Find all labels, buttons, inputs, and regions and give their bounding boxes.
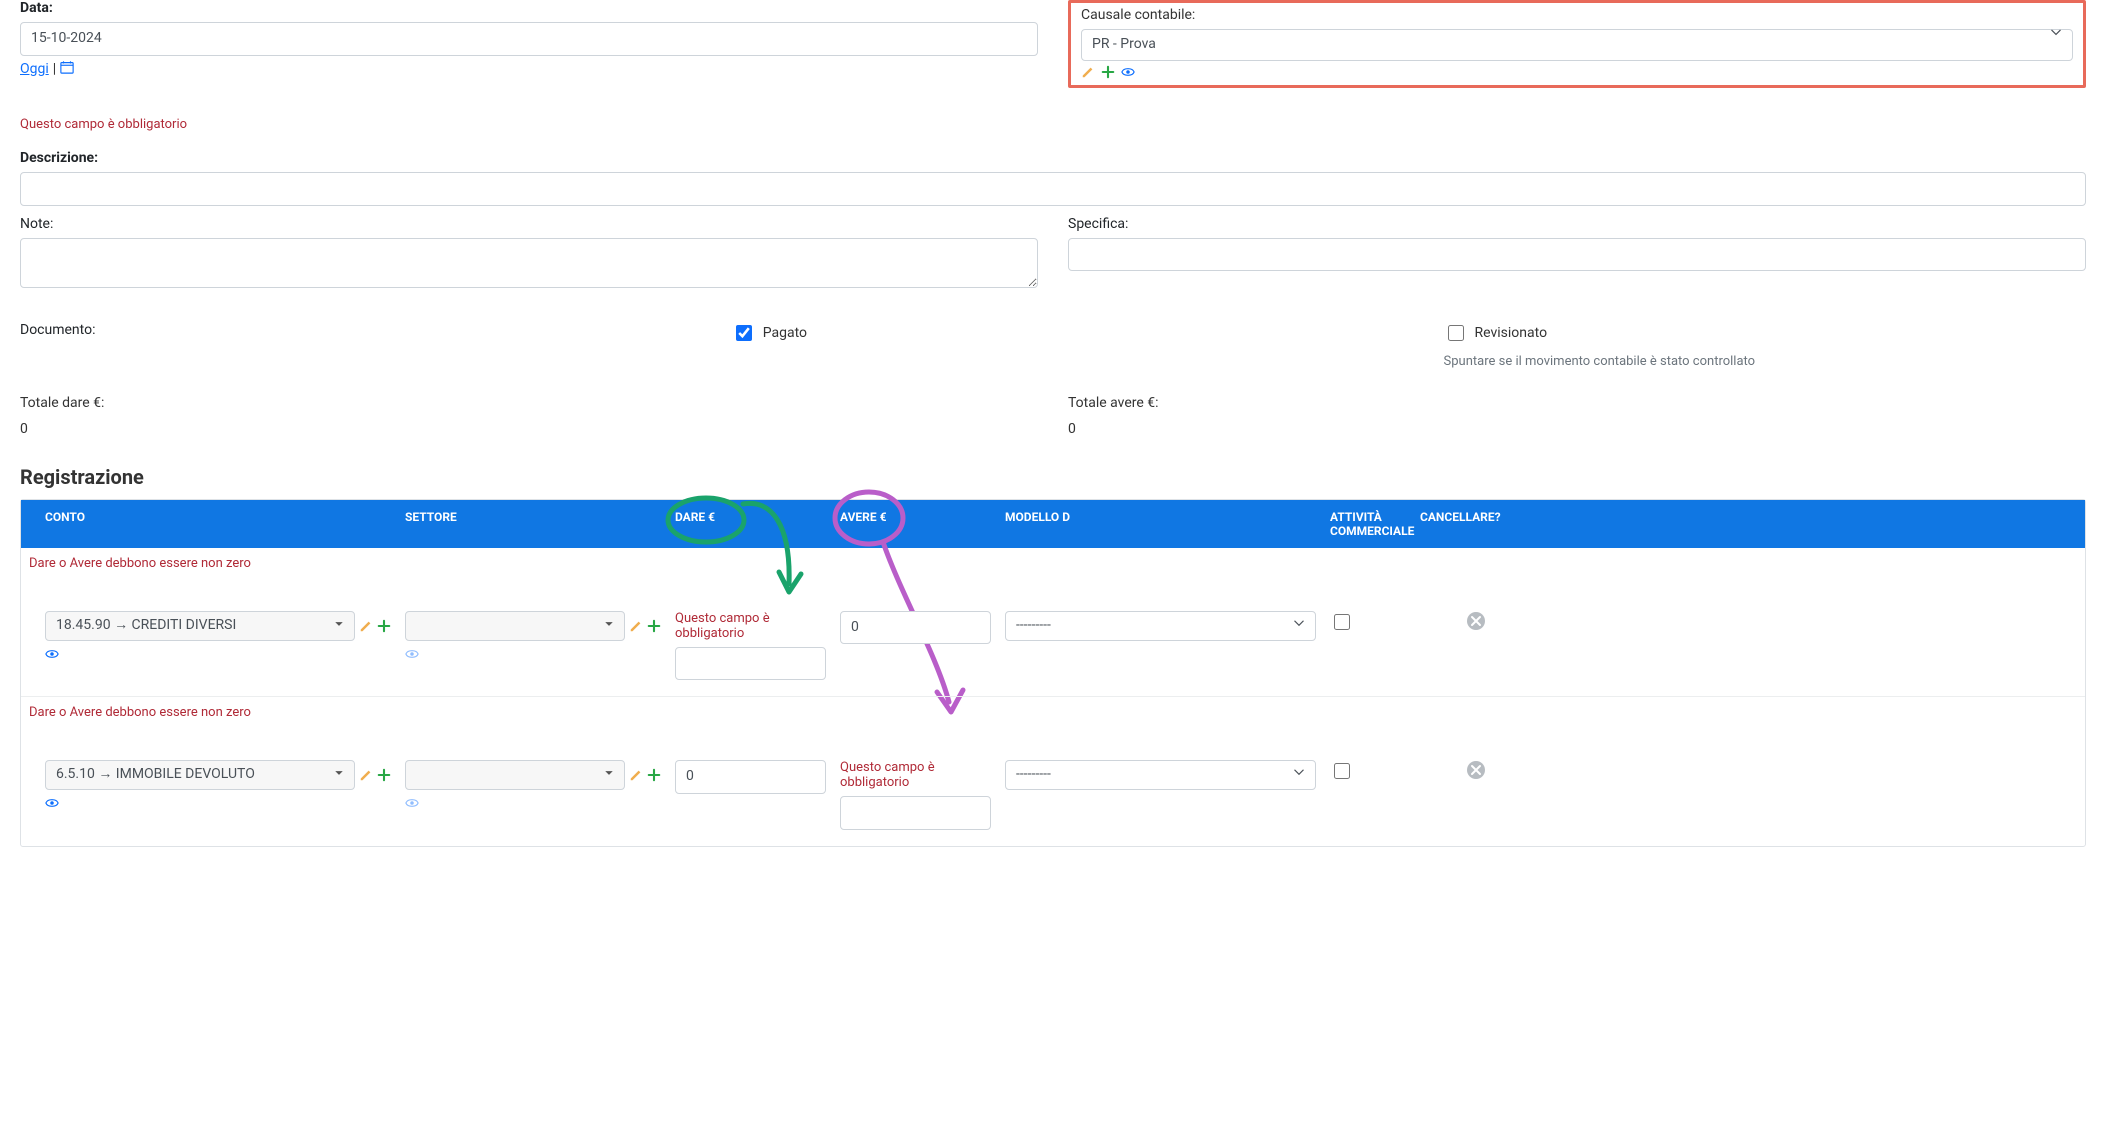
table-row: 18.45.90 → CREDITI DIVERSI	[21, 571, 2085, 698]
descrizione-label: Descrizione:	[20, 150, 2086, 166]
note-textarea[interactable]	[20, 238, 1038, 288]
dare-input[interactable]	[675, 760, 826, 794]
revisionato-help: Spuntare se il movimento contabile è sta…	[1444, 354, 2106, 369]
plus-icon[interactable]	[1101, 65, 1115, 79]
chevron-down-icon	[1293, 765, 1305, 785]
plus-icon[interactable]	[377, 619, 391, 633]
modellod-select[interactable]: ---------	[1005, 611, 1316, 641]
causale-highlight-box: Causale contabile: PR - Prova	[1068, 0, 2086, 88]
documento-label: Documento:	[20, 322, 702, 338]
delete-icon[interactable]	[1466, 760, 1486, 780]
oggi-link[interactable]: Oggi	[20, 61, 49, 77]
th-modellod: MODELLO D	[1005, 510, 1330, 524]
tot-avere-label: Totale avere €:	[1068, 395, 1159, 411]
conto-select[interactable]: 6.5.10 → IMMOBILE DEVOLUTO	[45, 760, 355, 790]
section-title: Registrazione	[20, 465, 2086, 489]
delete-icon[interactable]	[1466, 611, 1486, 631]
tot-avere-value: 0	[1068, 421, 2086, 437]
data-label: Data:	[20, 0, 1038, 16]
chevron-down-icon	[1293, 616, 1305, 636]
th-avere: AVERE €	[840, 510, 1005, 524]
pencil-icon[interactable]	[629, 619, 643, 633]
eye-icon[interactable]	[1121, 65, 1135, 79]
data-input[interactable]	[20, 22, 1038, 56]
descrizione-input[interactable]	[20, 172, 2086, 206]
th-cancella: CANCELLARE?	[1420, 510, 1500, 524]
eye-icon[interactable]	[405, 647, 419, 661]
pencil-icon[interactable]	[629, 768, 643, 782]
modellod-select[interactable]: ---------	[1005, 760, 1316, 790]
revisionato-checkbox[interactable]	[1448, 325, 1464, 341]
causale-select[interactable]: PR - Prova	[1081, 29, 2073, 61]
avere-input[interactable]	[840, 611, 991, 645]
specifica-label: Specifica:	[1068, 216, 2086, 232]
pencil-icon[interactable]	[359, 768, 373, 782]
note-label: Note:	[20, 216, 1038, 232]
caret-down-icon	[604, 765, 614, 785]
caret-down-icon	[334, 765, 344, 785]
pencil-icon[interactable]	[359, 619, 373, 633]
chevron-down-icon	[2050, 25, 2062, 45]
caret-down-icon	[604, 616, 614, 636]
registrazione-table: CONTO SETTORE DARE € AVERE € MODELLO D A…	[20, 499, 2086, 847]
th-dare: DARE €	[675, 510, 840, 524]
causale-value: PR - Prova	[1092, 35, 1156, 55]
settore-select[interactable]	[405, 611, 625, 641]
plus-icon[interactable]	[377, 768, 391, 782]
row-error: Dare o Avere debbono essere non zero	[21, 548, 2085, 571]
calendar-icon[interactable]	[60, 60, 74, 78]
tot-dare-label: Totale dare €:	[20, 395, 104, 411]
attivita-checkbox[interactable]	[1334, 614, 1350, 630]
revisionato-label: Revisionato	[1475, 325, 1548, 341]
avere-input[interactable]	[840, 796, 991, 830]
dare-input[interactable]	[675, 647, 826, 681]
required-error: Questo campo è obbligatorio	[20, 117, 187, 132]
conto-select[interactable]: 18.45.90 → CREDITI DIVERSI	[45, 611, 355, 641]
table-header: CONTO SETTORE DARE € AVERE € MODELLO D A…	[21, 500, 2085, 548]
th-attivita: ATTIVITÀ COMMERCIALE	[1330, 510, 1420, 538]
avere-required: Questo campo è obbligatorio	[840, 760, 991, 790]
th-conto: CONTO	[45, 510, 405, 524]
settore-select[interactable]	[405, 760, 625, 790]
pagato-label: Pagato	[763, 325, 807, 341]
specifica-input[interactable]	[1068, 238, 2086, 272]
plus-icon[interactable]	[647, 768, 661, 782]
pencil-icon[interactable]	[1081, 65, 1095, 79]
row-error: Dare o Avere debbono essere non zero	[21, 697, 2085, 720]
th-settore: SETTORE	[405, 510, 675, 524]
eye-icon[interactable]	[45, 796, 59, 810]
plus-icon[interactable]	[647, 619, 661, 633]
table-row: 6.5.10 → IMMOBILE DEVOLUTO	[21, 720, 2085, 846]
eye-icon[interactable]	[405, 796, 419, 810]
pagato-checkbox[interactable]	[736, 325, 752, 341]
causale-label: Causale contabile:	[1081, 7, 2073, 23]
caret-down-icon	[334, 616, 344, 636]
tot-dare-value: 0	[20, 421, 1038, 437]
attivita-checkbox[interactable]	[1334, 763, 1350, 779]
eye-icon[interactable]	[45, 647, 59, 661]
dare-required: Questo campo è obbligatorio	[675, 611, 826, 641]
